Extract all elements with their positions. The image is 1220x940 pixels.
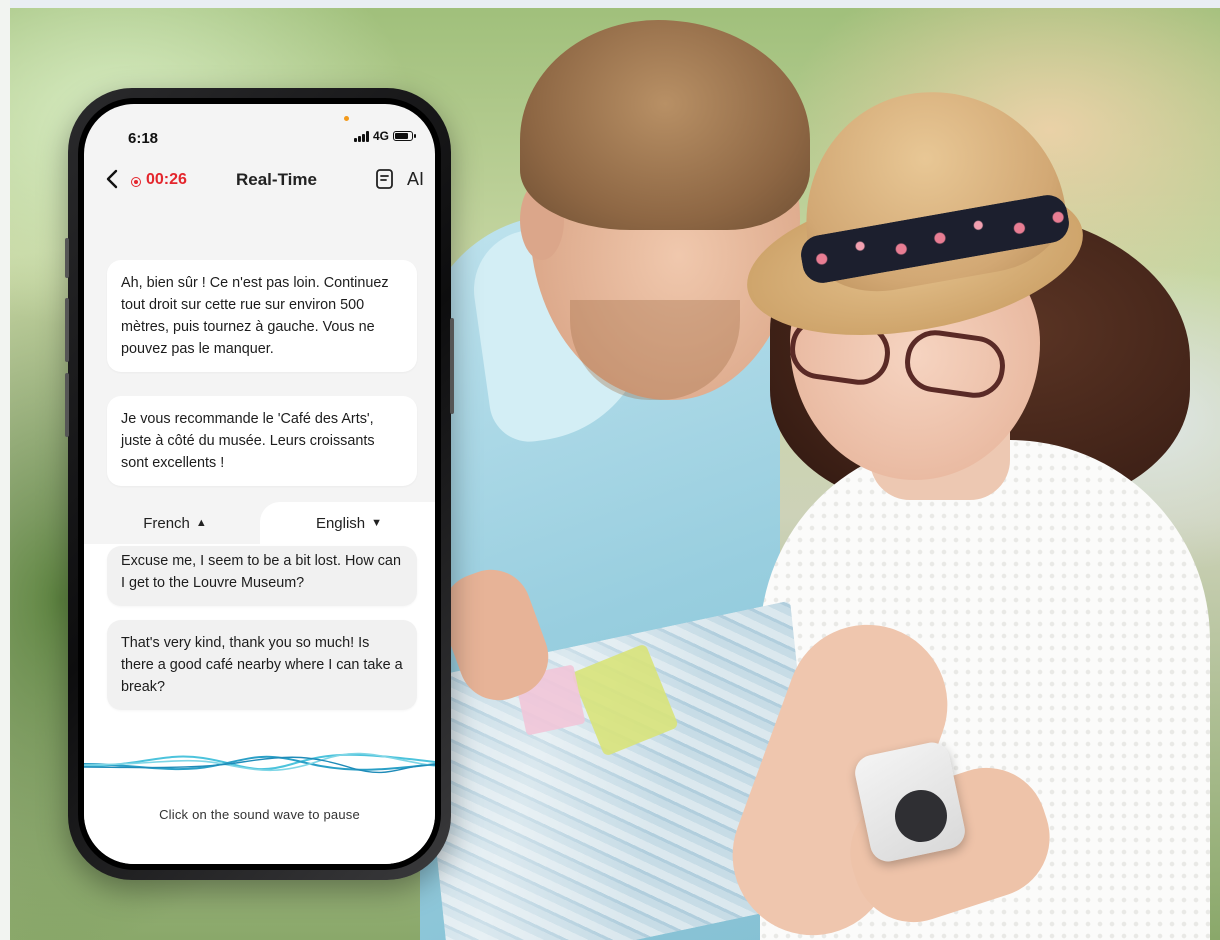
message-text: Excuse me, I seem to be a bit lost. How … [121,553,401,591]
page-title: Real-Time [236,170,317,189]
caret-down-icon: ▼ [371,517,383,529]
power-button [450,318,454,414]
phone-mockup: 6:18 4G 00:26 Real-Time AI Ah, bien sûr … [65,88,454,880]
language-selector: French ▲ English ▼ [84,502,435,544]
network-type: 4G [372,129,389,143]
message-bubble: Je vous recommande le 'Café des Arts', j… [107,396,417,486]
man-hair [520,20,810,230]
document-icon[interactable] [375,168,395,190]
app-screen: 6:18 4G 00:26 Real-Time AI Ah, bien sûr … [84,104,435,864]
status-icons: 4G [353,129,416,143]
volume-up-button [65,298,69,362]
target-language-button[interactable]: English ▼ [260,502,435,544]
status-bar: 6:18 4G [84,104,435,152]
back-icon[interactable] [102,168,124,190]
battery-icon [393,131,416,141]
message-bubble: That's very kind, thank you so much! Is … [107,620,417,710]
status-time: 6:18 [128,130,159,147]
target-language-label: English [315,514,366,532]
message-text: Ah, bien sûr ! Ce n'est pas loin. Contin… [121,275,389,357]
message-text: Je vous recommande le 'Café des Arts', j… [121,411,375,471]
message-bubble: Excuse me, I seem to be a bit lost. How … [107,546,417,606]
privacy-indicator [344,116,349,121]
caret-up-icon: ▲ [195,517,207,529]
record-icon [131,177,141,187]
top-border [0,0,1220,8]
pause-hint: Click on the sound wave to pause [159,807,360,822]
ai-button[interactable]: AI [407,169,424,190]
side-button [65,238,69,278]
message-text: That's very kind, thank you so much! Is … [121,635,403,695]
volume-down-button [65,373,69,437]
source-language-label: French [143,514,190,532]
source-language-button[interactable]: French ▲ [84,502,260,544]
signal-icon [353,130,369,142]
message-bubble: Ah, bien sûr ! Ce n'est pas loin. Contin… [107,260,417,372]
left-border [0,0,10,940]
sound-wave[interactable] [84,744,435,784]
phone-bezel: 6:18 4G 00:26 Real-Time AI Ah, bien sûr … [78,98,441,870]
nav-bar: 00:26 Real-Time AI [84,160,435,200]
recording-timer: 00:26 [146,171,187,188]
